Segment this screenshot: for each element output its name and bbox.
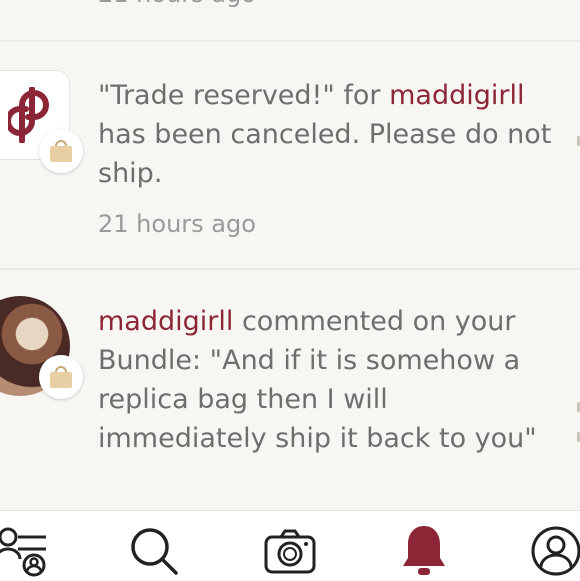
notification-text: "Trade reserved!" for maddigirll has bee…	[98, 76, 558, 193]
tab-search[interactable]	[124, 521, 184, 581]
notification-time-previous: 21 hours ago	[98, 0, 256, 8]
notification-time: 21 hours ago	[98, 210, 256, 238]
notification-item-trade-canceled[interactable]: "Trade reserved!" for maddigirll has bee…	[0, 70, 580, 270]
notifications-feed: 21 hours ago "Trade reserved!" for maddi…	[0, 0, 580, 510]
people-network-icon	[0, 527, 46, 577]
divider	[0, 40, 580, 42]
bell-icon	[403, 526, 445, 575]
shopping-bag-icon	[50, 140, 72, 162]
shopping-bag-icon	[50, 366, 72, 388]
bundle-badge	[39, 355, 83, 399]
notification-message: has been canceled. Please do not ship.	[98, 119, 552, 189]
tab-feed[interactable]	[0, 521, 52, 581]
search-icon	[131, 528, 178, 575]
bundle-badge	[39, 129, 83, 173]
username-link[interactable]: maddigirll	[98, 306, 233, 337]
profile-icon	[531, 526, 580, 576]
notification-item-comment[interactable]: maddigirll commented on your Bundle: "An…	[0, 296, 580, 510]
bottom-tab-bar	[0, 510, 580, 581]
notification-text: maddigirll commented on your Bundle: "An…	[98, 302, 558, 458]
tab-sell[interactable]	[260, 521, 320, 581]
divider	[0, 268, 580, 270]
username-link[interactable]: maddigirll	[389, 80, 524, 111]
tab-profile[interactable]	[526, 521, 580, 581]
trade-status-quote: "Trade reserved!"	[98, 80, 335, 111]
for-word: for	[334, 80, 390, 111]
tab-notifications[interactable]	[394, 521, 454, 581]
camera-icon	[264, 529, 316, 574]
